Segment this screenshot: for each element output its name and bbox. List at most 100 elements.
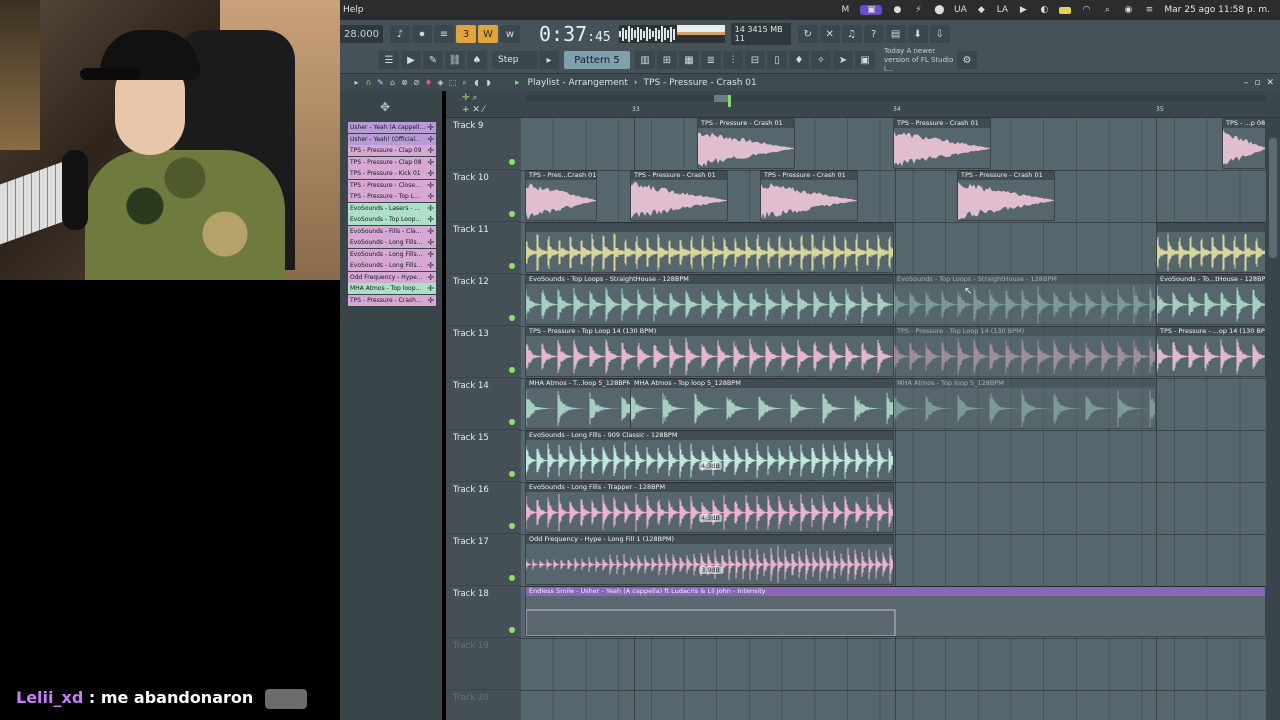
timeline-ruler[interactable]: ✛ ⌕ + ✕ ⁄ 33 34 35	[446, 91, 1280, 118]
audio-clip[interactable]: MHA Atmos - Top loop 5_128BPM	[893, 378, 1156, 429]
prev-pattern-icon[interactable]: ▸	[539, 51, 559, 69]
tempo-tap-icon[interactable]: ✧	[811, 51, 831, 69]
track-mute-led[interactable]	[509, 523, 515, 529]
metronome-icon[interactable]: ♪	[390, 25, 410, 43]
menubar-clock[interactable]: Mar 25 ago 11:58 p. m.	[1164, 5, 1270, 15]
wifi-icon[interactable]: ◠	[1080, 5, 1092, 15]
link-icon[interactable]: ⛓	[445, 51, 465, 69]
track-header[interactable]: Track 9	[446, 118, 520, 170]
track-mute-led[interactable]	[509, 315, 515, 321]
ruler-arrows[interactable]: ✛ ⌕	[462, 93, 477, 103]
track-header[interactable]: Track 16	[446, 482, 520, 534]
picker-item[interactable]: TPS - Pressure - Top L... ✛	[348, 191, 436, 202]
play-icon[interactable]: ▶	[401, 51, 421, 69]
picker-add-icon[interactable]: ✛	[427, 249, 434, 260]
audio-clip[interactable]: EvoSounds - Top Loops - StraightHouse - …	[525, 274, 894, 325]
picker-item[interactable]: TPS - Pressure - Close... ✛	[348, 179, 436, 191]
countdown-icon[interactable]: ≡	[434, 25, 454, 43]
picker-add-icon[interactable]: ✛	[427, 283, 434, 294]
picker-item[interactable]: TPS - Pressure - Clap 09 ✛	[348, 145, 436, 156]
picker-add-icon[interactable]: ✛	[427, 203, 434, 214]
picker-item[interactable]: Usher - Yeah (A cappell... ✛	[348, 122, 436, 133]
zoom-tool-icon[interactable]: ⌕	[460, 78, 469, 87]
audio-clip[interactable]	[525, 222, 894, 273]
track-mute-led[interactable]	[509, 367, 515, 373]
track-mute-led[interactable]	[509, 471, 515, 477]
audio-clip[interactable]: TPS - Pressure - Crash 01	[893, 118, 991, 169]
snap-selector[interactable]: Step	[492, 51, 538, 69]
track-mute-led[interactable]	[509, 575, 515, 581]
blend-notes-icon[interactable]: 3	[456, 25, 476, 43]
select-tool-icon[interactable]: ⬚	[448, 78, 457, 87]
close-icon[interactable]: ✕	[1266, 78, 1274, 88]
picker-add-icon[interactable]: ✛	[427, 214, 434, 225]
render-icon[interactable]: ⬇	[907, 25, 928, 43]
help-icon[interactable]: ?	[863, 25, 884, 43]
picker-item[interactable]: Odd Frequency - Hype... ✛	[348, 271, 436, 283]
picker-add-icon[interactable]: ✛	[427, 191, 434, 202]
audio-clip[interactable]: TPS - Pressure - Top Loop 14 (130 BPM)	[893, 326, 1156, 377]
song-time-display[interactable]: 0:37:45	[539, 22, 611, 46]
menu-help[interactable]: Help	[340, 5, 364, 15]
touch-keyboard-icon[interactable]: ♦	[789, 51, 809, 69]
picker-add-icon[interactable]: ✛	[427, 237, 434, 248]
audio-clip[interactable]: TPS - Pressure - Crash 01	[697, 118, 795, 169]
pattern-selector[interactable]: Pattern 5	[564, 51, 630, 69]
audio-clip[interactable]	[1156, 222, 1266, 273]
paint-tool-icon[interactable]: ⌂	[388, 78, 397, 87]
picker-item[interactable]: EvoSounds - Long Fills... ✛	[348, 260, 436, 271]
status-icon-dot[interactable]: ●	[891, 5, 903, 15]
battery-icon[interactable]	[1059, 5, 1072, 15]
picker-move-icon[interactable]: ✥	[380, 100, 390, 114]
status-icon-screen[interactable]: ▣	[860, 5, 883, 15]
minimize-icon[interactable]: –	[1244, 78, 1249, 88]
status-icon-circle[interactable]: ⬤	[933, 5, 945, 15]
picker-item[interactable]: EvoSounds - Long Fills... ✛	[348, 248, 436, 260]
picker-add-icon[interactable]: ✛	[427, 260, 434, 271]
picker-item[interactable]: EvoSounds - Fills - Cla... ✛	[348, 225, 436, 237]
song-position-marker[interactable]	[728, 95, 731, 107]
track-header[interactable]: Track 11	[446, 222, 520, 274]
picker-add-icon[interactable]: ✛	[427, 122, 434, 133]
audio-clip[interactable]: TPS - Pres...Crash 01	[525, 170, 597, 221]
track-header[interactable]: Track 18	[446, 586, 520, 638]
picker-item[interactable]: MHA Atmos - Top loop... ✛	[348, 283, 436, 294]
control-center-icon[interactable]: ≡	[1143, 5, 1155, 15]
audio-clip[interactable]: TPS - ...p 08	[1222, 118, 1266, 169]
picker-add-icon[interactable]: ✛	[427, 145, 434, 156]
automation-clip[interactable]: Endless Smile - Usher - Yeah (A cappella…	[525, 586, 1266, 637]
plugin-icon[interactable]: ⊟	[745, 51, 765, 69]
maximize-icon[interactable]: ▫	[1254, 78, 1260, 88]
track-header[interactable]: Track 19	[446, 638, 520, 690]
update-hint[interactable]: Today A newer version of FL Studio i...	[884, 47, 956, 74]
audio-clip[interactable]: TPS - Pressure - Crash 01	[630, 170, 728, 221]
picker-add-icon[interactable]: ✛	[427, 180, 434, 191]
vertical-scrollbar[interactable]	[1266, 118, 1280, 720]
picker-item[interactable]: TPS - Pressure - Crash... ✛	[348, 294, 436, 306]
horizontal-scrollbar[interactable]	[526, 95, 1266, 107]
siri-icon[interactable]: ◉	[1122, 5, 1134, 15]
playlist-menu-icon[interactable]: ☰	[379, 51, 399, 69]
stamp-icon[interactable]: ♠	[467, 51, 487, 69]
draw-icon[interactable]: ✎	[423, 51, 443, 69]
track-header[interactable]: Track 12	[446, 274, 520, 326]
export-icon[interactable]: ⇩	[929, 25, 950, 43]
piano-roll-icon[interactable]: ▦	[679, 51, 699, 69]
track-mute-led[interactable]	[509, 627, 515, 633]
play-status-icon[interactable]: ▶	[1017, 5, 1029, 15]
refresh-icon[interactable]: ↻	[797, 25, 818, 43]
audio-clip[interactable]: TPS - Pressure - Top Loop 14 (130 BPM)	[525, 326, 894, 377]
picker-add-icon[interactable]: ✛	[427, 168, 434, 179]
wait-input-icon[interactable]: ⏺	[412, 25, 432, 43]
news-icon[interactable]: ▣	[855, 51, 875, 69]
picker-item[interactable]: TPS - Pressure - Kick 01 ✛	[348, 168, 436, 179]
picker-add-icon[interactable]: ✛	[427, 272, 434, 283]
audio-clip[interactable]: EvoSounds - Long Fills - 909 Classic - 1…	[525, 430, 894, 481]
mixer-icon[interactable]: ▥	[635, 51, 655, 69]
save-icon[interactable]: ▤	[885, 25, 906, 43]
slice-tool-icon[interactable]: ◈	[436, 78, 445, 87]
track-mute-led[interactable]	[509, 419, 515, 425]
slip-tool-icon[interactable]: ♦	[424, 78, 433, 87]
picker-item[interactable]: Usher - Yeah! (Official... ✛	[348, 133, 436, 145]
track-header[interactable]: Track 10	[446, 170, 520, 222]
